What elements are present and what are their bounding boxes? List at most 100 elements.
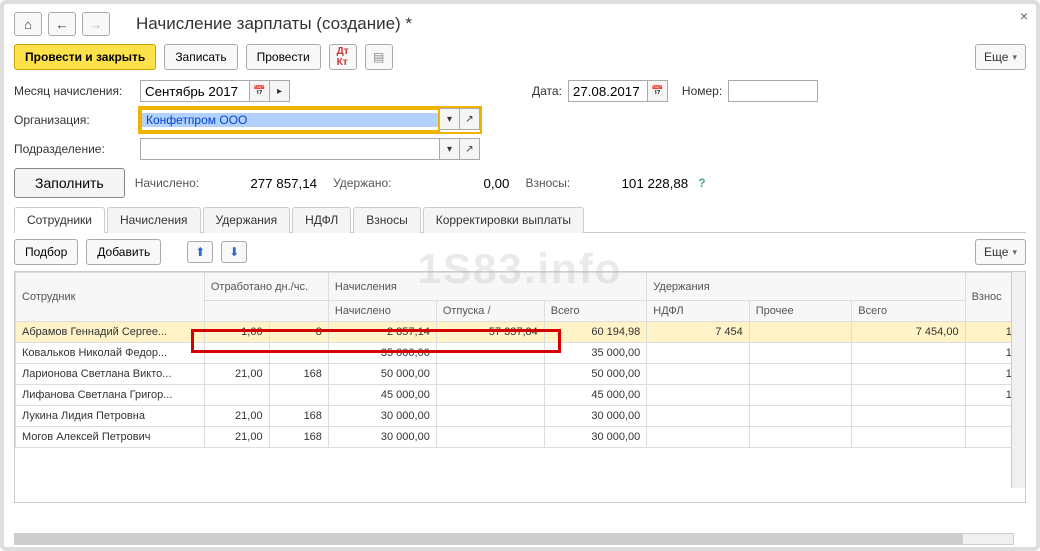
cell-dn bbox=[204, 385, 269, 406]
dept-dropdown-icon[interactable]: ▾ bbox=[440, 138, 460, 160]
cell-ndfl bbox=[647, 385, 750, 406]
org-input[interactable]: Конфетпром ООО bbox=[142, 113, 438, 127]
cell-vsego2 bbox=[852, 406, 965, 427]
cell-otp bbox=[436, 427, 544, 448]
col-other[interactable]: Прочее bbox=[749, 301, 852, 322]
tab-ndfl[interactable]: НДФЛ bbox=[292, 207, 351, 233]
number-label: Номер: bbox=[682, 84, 722, 98]
table-row[interactable]: Ковальков Николай Федор... 35 000,00 35 00… bbox=[16, 343, 1025, 364]
cell-vsego: 30 000,00 bbox=[544, 427, 647, 448]
cell-nach: 35 000,00 bbox=[328, 343, 436, 364]
col-total2[interactable]: Всего bbox=[852, 301, 965, 322]
close-icon[interactable]: × bbox=[1020, 8, 1028, 24]
col-employee[interactable]: Сотрудник bbox=[16, 273, 205, 322]
cell-ch: 8 bbox=[269, 322, 328, 343]
org-open-icon[interactable]: ↗ bbox=[460, 108, 480, 130]
number-input[interactable] bbox=[728, 80, 818, 102]
table-row[interactable]: Абрамов Геннадий Сергее...1,0082 857,145… bbox=[16, 322, 1025, 343]
help-icon[interactable]: ? bbox=[698, 176, 705, 190]
fill-button[interactable]: Заполнить bbox=[14, 168, 125, 198]
cell-vsego2 bbox=[852, 385, 965, 406]
cell-dn: 1,00 bbox=[204, 322, 269, 343]
date-picker-icon[interactable]: 📅 bbox=[648, 80, 668, 102]
table-more-button[interactable]: Еще bbox=[975, 239, 1026, 265]
col-accrued[interactable]: Начислено bbox=[328, 301, 436, 322]
cell-otp bbox=[436, 343, 544, 364]
cell-ndfl bbox=[647, 406, 750, 427]
debit-credit-icon[interactable]: ДтКт bbox=[329, 44, 357, 70]
org-dropdown-icon[interactable]: ▾ bbox=[440, 108, 460, 130]
table-row[interactable]: Лукина Лидия Петровна21,0016830 000,0030… bbox=[16, 406, 1025, 427]
col-accruals[interactable]: Начисления bbox=[328, 273, 646, 301]
col-worked[interactable]: Отработано дн./чс. bbox=[204, 273, 328, 301]
move-down-button[interactable]: ⬇ bbox=[221, 241, 247, 263]
tab-corrections[interactable]: Корректировки выплаты bbox=[423, 207, 584, 233]
home-button[interactable]: ⌂ bbox=[14, 12, 42, 36]
forward-button[interactable]: → bbox=[82, 12, 110, 36]
tab-contributions[interactable]: Взносы bbox=[353, 207, 420, 233]
cell-vsego2 bbox=[852, 343, 965, 364]
dept-open-icon[interactable]: ↗ bbox=[460, 138, 480, 160]
month-stepper-icon[interactable]: ▸ bbox=[270, 80, 290, 102]
withheld-value bbox=[395, 172, 515, 194]
cell-dn bbox=[204, 343, 269, 364]
cell-nach: 45 000,00 bbox=[328, 385, 436, 406]
cell-proch bbox=[749, 322, 852, 343]
add-button[interactable]: Добавить bbox=[86, 239, 161, 265]
cell-proch bbox=[749, 364, 852, 385]
employee-table: Сотрудник Отработано дн./чс. Начисления … bbox=[14, 271, 1026, 503]
submit-close-button[interactable]: Провести и закрыть bbox=[14, 44, 156, 70]
withheld-label: Удержано: bbox=[333, 176, 391, 190]
tab-employees[interactable]: Сотрудники bbox=[14, 207, 105, 233]
cell-dn: 21,00 bbox=[204, 406, 269, 427]
vertical-scrollbar[interactable] bbox=[1011, 272, 1025, 488]
cell-ndfl bbox=[647, 364, 750, 385]
table-row[interactable]: Могов Алексей Петрович21,0016830 000,003… bbox=[16, 427, 1025, 448]
more-button[interactable]: Еще bbox=[975, 44, 1026, 70]
cell-emp: Лукина Лидия Петровна bbox=[16, 406, 205, 427]
cell-ndfl: 7 454 bbox=[647, 322, 750, 343]
cell-vsego: 45 000,00 bbox=[544, 385, 647, 406]
move-up-button[interactable]: ⬆ bbox=[187, 241, 213, 263]
select-button[interactable]: Подбор bbox=[14, 239, 78, 265]
horizontal-scrollbar[interactable] bbox=[14, 533, 1014, 545]
cell-nach: 30 000,00 bbox=[328, 406, 436, 427]
tab-bar: Сотрудники Начисления Удержания НДФЛ Взн… bbox=[14, 206, 1026, 233]
main-toolbar: Провести и закрыть Записать Провести ДтК… bbox=[14, 44, 1026, 70]
month-picker-icon[interactable]: 📅 bbox=[250, 80, 270, 102]
back-button[interactable]: ← bbox=[48, 12, 76, 36]
save-button[interactable]: Записать bbox=[164, 44, 237, 70]
cell-proch bbox=[749, 406, 852, 427]
cell-otp bbox=[436, 364, 544, 385]
cell-vsego: 50 000,00 bbox=[544, 364, 647, 385]
cell-dn: 21,00 bbox=[204, 364, 269, 385]
cell-vsego: 35 000,00 bbox=[544, 343, 647, 364]
dept-input[interactable] bbox=[140, 138, 440, 160]
col-ndfl[interactable]: НДФЛ bbox=[647, 301, 750, 322]
dept-label: Подразделение: bbox=[14, 142, 134, 156]
accrued-label: Начислено: bbox=[135, 176, 199, 190]
table-row[interactable]: Лифанова Светлана Григор... 45 000,00 45 0… bbox=[16, 385, 1025, 406]
cell-proch bbox=[749, 427, 852, 448]
cell-emp: Ковальков Николай Федор... bbox=[16, 343, 205, 364]
submit-button[interactable]: Провести bbox=[246, 44, 321, 70]
cell-ch: 168 bbox=[269, 364, 328, 385]
cell-ndfl bbox=[647, 343, 750, 364]
cell-dn: 21,00 bbox=[204, 427, 269, 448]
col-withholdings[interactable]: Удержания bbox=[647, 273, 965, 301]
col-total[interactable]: Всего bbox=[544, 301, 647, 322]
tab-withholdings[interactable]: Удержания bbox=[203, 207, 291, 233]
month-input[interactable] bbox=[140, 80, 250, 102]
cell-emp: Лифанова Светлана Григор... bbox=[16, 385, 205, 406]
table-row[interactable]: Ларионова Светлана Викто...21,0016850 00… bbox=[16, 364, 1025, 385]
col-vacation[interactable]: Отпуска / bbox=[436, 301, 544, 322]
tab-accruals[interactable]: Начисления bbox=[107, 207, 201, 233]
cell-proch bbox=[749, 385, 852, 406]
contrib-value bbox=[574, 172, 694, 194]
org-label: Организация: bbox=[14, 113, 134, 127]
document-icon[interactable]: ▤ bbox=[365, 44, 393, 70]
cell-nach: 50 000,00 bbox=[328, 364, 436, 385]
cell-otp bbox=[436, 385, 544, 406]
date-input[interactable] bbox=[568, 80, 648, 102]
cell-nach: 2 857,14 bbox=[328, 322, 436, 343]
